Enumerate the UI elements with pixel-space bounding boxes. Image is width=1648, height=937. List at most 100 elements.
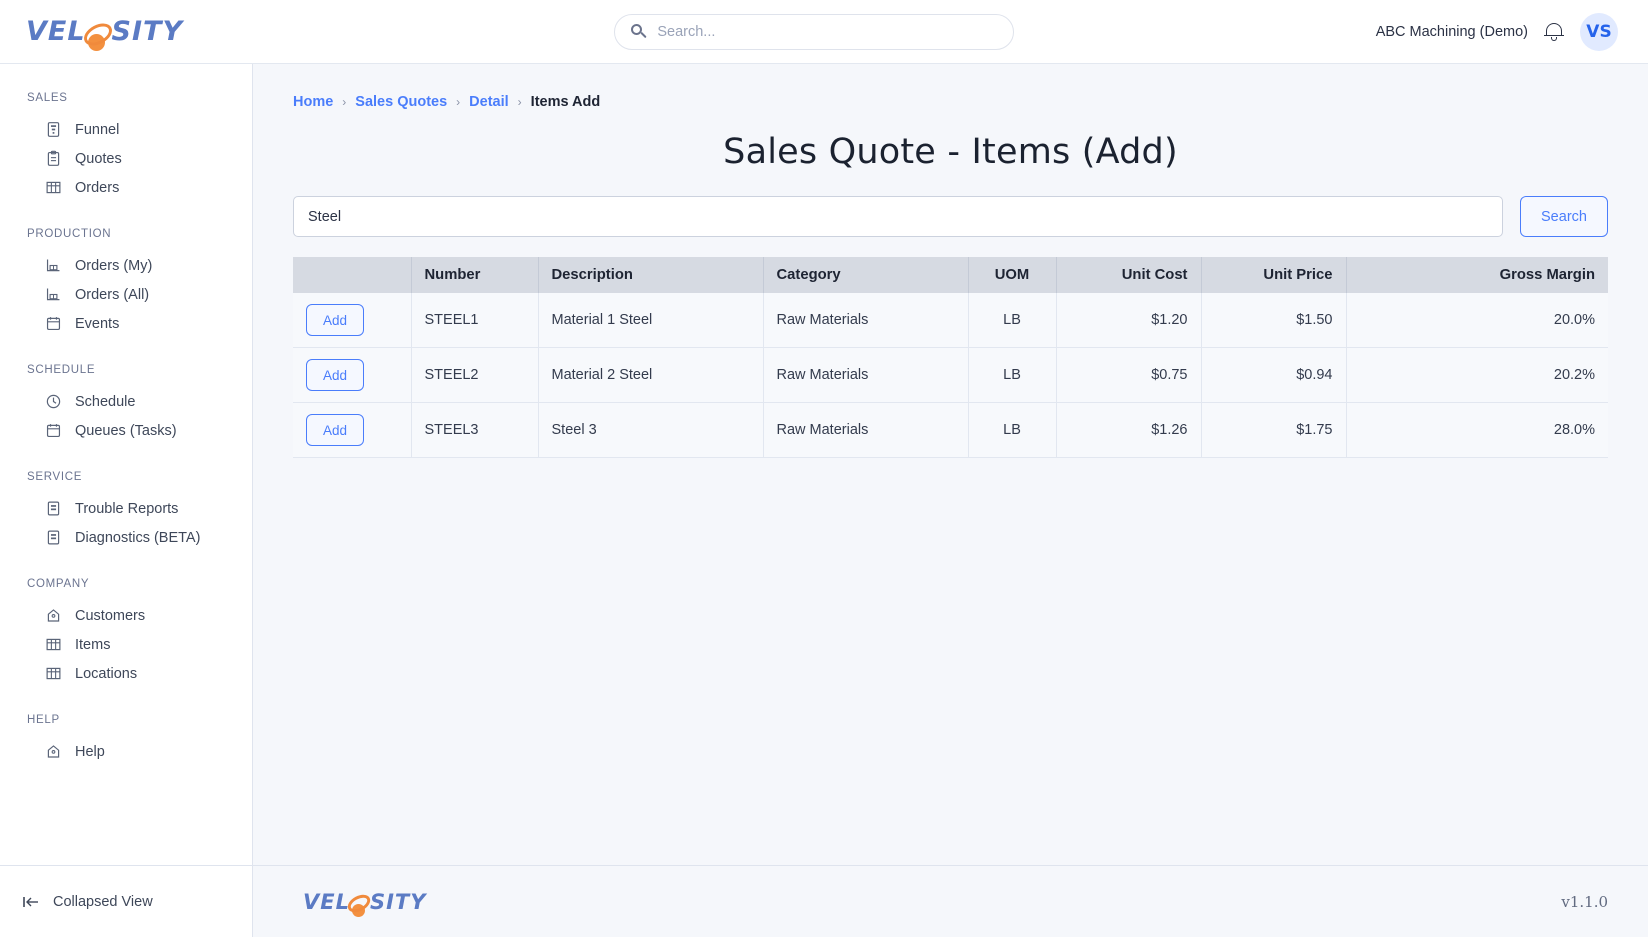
sidebar-item-label: Customers (75, 607, 146, 624)
search-button[interactable]: Search (1520, 196, 1608, 237)
table-row: Add STEEL1 Material 1 Steel Raw Material… (293, 293, 1608, 348)
cell-uom: LB (968, 402, 1057, 458)
home-icon (47, 609, 60, 622)
cell-unit-price: $1.50 (1201, 293, 1347, 348)
footer-logo-text-right: SITY (369, 889, 427, 914)
home-icon (47, 745, 60, 758)
body-row: SALES Funnel Quotes Orders PRODUCTION Or… (0, 64, 1648, 937)
cell-category: Raw Materials (763, 347, 969, 403)
collapse-view-label: Collapsed View (53, 893, 153, 910)
section-title-help: HELP (27, 714, 60, 726)
table-row: Add STEEL2 Material 2 Steel Raw Material… (293, 347, 1608, 403)
sidebar-item-items[interactable]: Items (0, 630, 252, 659)
footer-logo-text-left: VEL (303, 889, 350, 914)
sidebar-item-queues-tasks[interactable]: Queues (Tasks) (0, 416, 252, 445)
search-icon (631, 23, 648, 40)
notification-bell-icon[interactable] (1544, 21, 1564, 43)
add-item-button[interactable]: Add (306, 359, 364, 391)
breadcrumb-separator: › (517, 95, 522, 109)
sidebar-item-label: Events (75, 315, 120, 332)
sidebar-item-customers[interactable]: Customers (0, 601, 252, 630)
table-icon (46, 638, 61, 651)
cell-unit-cost: $1.20 (1056, 293, 1202, 348)
cell-action: Add (293, 347, 412, 403)
cell-uom: LB (968, 347, 1057, 403)
breadcrumb-item-current: Items Add (530, 94, 601, 110)
avatar[interactable]: VS (1580, 12, 1618, 51)
sidebar-item-events[interactable]: Events (0, 309, 252, 338)
global-search-box[interactable] (614, 13, 1015, 50)
clipboard-icon (47, 150, 60, 166)
version-label: v1.1.0 (1561, 892, 1608, 911)
sidebar-item-funnel[interactable]: Funnel (0, 115, 252, 144)
sidebar-section-company: COMPANY Customers Items Locations (0, 578, 252, 688)
sidebar-section-sales: SALES Funnel Quotes Orders (0, 92, 252, 202)
factory-icon (46, 288, 60, 301)
column-header-category: Category (763, 257, 969, 293)
logo-text-left: VEL (26, 16, 86, 47)
section-title-sales: SALES (27, 92, 68, 104)
section-title-production: PRODUCTION (27, 228, 112, 240)
breadcrumb-item-detail[interactable]: Detail (469, 94, 509, 110)
cell-gross-margin: 20.0% (1346, 293, 1608, 348)
section-title-service: SERVICE (27, 471, 83, 483)
sidebar-section-help: HELP Help (0, 714, 252, 766)
sidebar-item-label: Locations (75, 665, 138, 682)
sidebar-item-trouble-reports[interactable]: Trouble Reports (0, 494, 252, 523)
sidebar-item-label: Schedule (75, 393, 136, 410)
sidebar-item-label: Trouble Reports (75, 500, 179, 517)
app-root: VEL SITY ABC Machining (Demo) VS (0, 0, 1648, 937)
cell-number: STEEL3 (411, 402, 539, 458)
breadcrumb-separator: › (456, 95, 461, 109)
sidebar-item-locations[interactable]: Locations (0, 659, 252, 688)
cell-action: Add (293, 402, 412, 458)
breadcrumb: Home › Sales Quotes › Detail › Items Add (293, 94, 1608, 110)
section-title-schedule: SCHEDULE (27, 364, 96, 376)
cell-unit-price: $1.75 (1201, 402, 1347, 458)
breadcrumb-item-home[interactable]: Home (293, 94, 333, 110)
page-footer: VEL SITY v1.1.0 (253, 865, 1648, 937)
breadcrumb-item-sales-quotes[interactable]: Sales Quotes (355, 94, 447, 110)
column-header-number: Number (411, 257, 539, 293)
velosity-logo[interactable]: VEL SITY (26, 16, 183, 51)
funnel-chart-icon (47, 122, 60, 137)
column-header-description: Description (538, 257, 764, 293)
clock-icon (46, 394, 61, 409)
sidebar-item-label: Quotes (75, 150, 122, 167)
sidebar-item-quotes[interactable]: Quotes (0, 144, 252, 173)
company-name: ABC Machining (Demo) (1375, 23, 1528, 40)
add-item-button[interactable]: Add (306, 414, 364, 446)
breadcrumb-separator: › (342, 95, 347, 109)
search-input[interactable] (293, 196, 1503, 237)
sidebar-item-label: Help (75, 743, 105, 760)
sidebar-item-label: Orders (All) (75, 286, 150, 303)
table-row: Add STEEL3 Steel 3 Raw Materials LB $1.2… (293, 402, 1608, 458)
sidebar-item-orders[interactable]: Orders (0, 173, 252, 202)
factory-icon (46, 259, 60, 272)
sidebar-item-orders-all[interactable]: Orders (All) (0, 280, 252, 309)
cell-description: Material 1 Steel (538, 293, 764, 348)
item-search-row: Search (293, 196, 1608, 237)
cell-number: STEEL1 (411, 293, 539, 348)
report-icon (47, 530, 60, 545)
cell-uom: LB (968, 293, 1057, 348)
sidebar-item-orders-my[interactable]: Orders (My) (0, 251, 252, 280)
sidebar-item-help[interactable]: Help (0, 737, 252, 766)
calendar-icon (46, 424, 61, 438)
cell-description: Steel 3 (538, 402, 764, 458)
page-content: Home › Sales Quotes › Detail › Items Add… (253, 64, 1648, 865)
sidebar-item-diagnostics-beta[interactable]: Diagnostics (BETA) (0, 523, 252, 552)
page-title: Sales Quote - Items (Add) (723, 132, 1178, 172)
cell-unit-cost: $0.75 (1056, 347, 1202, 403)
add-item-button[interactable]: Add (306, 304, 364, 336)
cell-action: Add (293, 293, 412, 348)
sidebar-nav: SALES Funnel Quotes Orders PRODUCTION Or… (0, 64, 252, 865)
sidebar-section-schedule: SCHEDULE Schedule Queues (Tasks) (0, 364, 252, 445)
column-header-action (293, 257, 412, 293)
report-icon (47, 501, 60, 516)
collapse-view-button[interactable]: Collapsed View (0, 865, 252, 937)
top-right-area: ABC Machining (Demo) VS (1375, 12, 1648, 51)
global-search-input[interactable] (657, 23, 998, 40)
section-title-company: COMPANY (27, 578, 90, 590)
sidebar-item-schedule[interactable]: Schedule (0, 387, 252, 416)
